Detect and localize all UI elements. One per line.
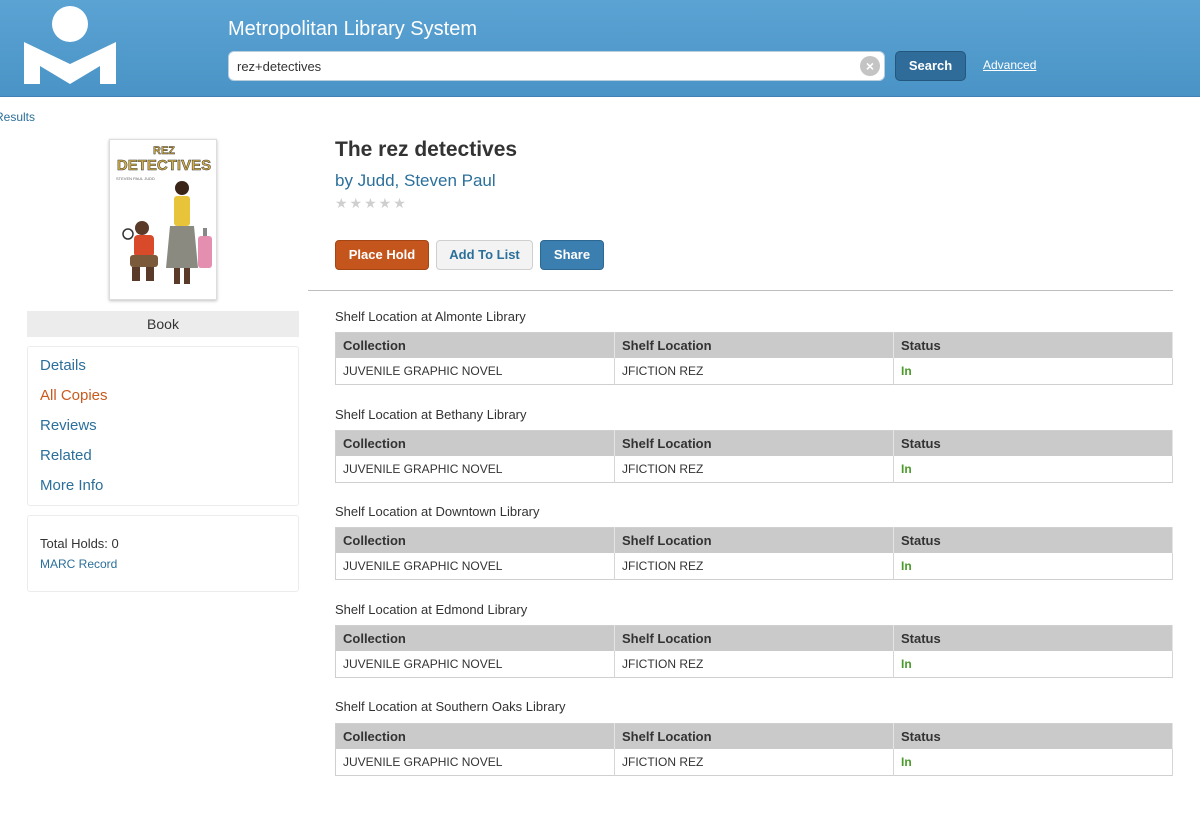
location-heading: Shelf Location at Edmond Library: [335, 602, 528, 617]
nav-related[interactable]: Related: [40, 447, 92, 464]
column-header: Status: [893, 625, 1173, 651]
copies-table: Collection Shelf Location Status JUVENIL…: [335, 332, 1173, 385]
place-hold-button[interactable]: Place Hold: [335, 240, 429, 270]
marc-record-link[interactable]: MARC Record: [40, 557, 117, 571]
collection-cell: JUVENILE GRAPHIC NOVEL: [335, 552, 615, 580]
record-nav: Details All Copies Reviews Related More …: [27, 346, 299, 506]
table-row: JUVENILE GRAPHIC NOVEL JFICTION REZ In: [335, 748, 1173, 776]
nav-reviews[interactable]: Reviews: [40, 417, 97, 434]
search-button[interactable]: Search: [895, 51, 966, 81]
status-cell: In: [893, 357, 1173, 385]
divider: [308, 290, 1173, 291]
search-input[interactable]: [237, 57, 847, 75]
column-header: Status: [893, 723, 1173, 749]
collection-cell: JUVENILE GRAPHIC NOVEL: [335, 357, 615, 385]
column-header: Collection: [335, 625, 615, 651]
column-header: Shelf Location: [614, 625, 894, 651]
table-row: JUVENILE GRAPHIC NOVEL JFICTION REZ In: [335, 357, 1173, 385]
table-header-row: Collection Shelf Location Status: [335, 723, 1173, 749]
column-header: Collection: [335, 332, 615, 358]
advanced-search-link[interactable]: Advanced: [983, 58, 1036, 72]
copies-table: Collection Shelf Location Status JUVENIL…: [335, 430, 1173, 483]
svg-text:STEVEN PAUL JUDD: STEVEN PAUL JUDD: [116, 176, 155, 181]
shelf-location-cell: JFICTION REZ: [614, 650, 894, 678]
author-link[interactable]: by Judd, Steven Paul: [335, 171, 496, 191]
location-heading: Shelf Location at Downtown Library: [335, 504, 540, 519]
table-row: JUVENILE GRAPHIC NOVEL JFICTION REZ In: [335, 552, 1173, 580]
collection-cell: JUVENILE GRAPHIC NOVEL: [335, 650, 615, 678]
nav-details[interactable]: Details: [40, 357, 86, 374]
share-button[interactable]: Share: [540, 240, 604, 270]
shelf-location-cell: JFICTION REZ: [614, 552, 894, 580]
collection-cell: JUVENILE GRAPHIC NOVEL: [335, 748, 615, 776]
column-header: Collection: [335, 430, 615, 456]
status-cell: In: [893, 650, 1173, 678]
search-box: ×: [228, 51, 885, 81]
column-header: Status: [893, 527, 1173, 553]
table-header-row: Collection Shelf Location Status: [335, 625, 1173, 651]
holds-info-box: Total Holds: 0 MARC Record: [27, 515, 299, 592]
nav-more-info[interactable]: More Info: [40, 477, 103, 494]
shelf-location-cell: JFICTION REZ: [614, 357, 894, 385]
table-header-row: Collection Shelf Location Status: [335, 332, 1173, 358]
library-logo[interactable]: [22, 4, 118, 88]
location-heading: Shelf Location at Almonte Library: [335, 309, 526, 324]
column-header: Shelf Location: [614, 332, 894, 358]
table-header-row: Collection Shelf Location Status: [335, 430, 1173, 456]
svg-text:DETECTIVES: DETECTIVES: [117, 157, 211, 174]
shelf-location-cell: JFICTION REZ: [614, 748, 894, 776]
site-header: Metropolitan Library System × Search Adv…: [0, 0, 1200, 97]
rating-stars[interactable]: ★★★★★: [335, 195, 408, 212]
status-cell: In: [893, 748, 1173, 776]
site-title: Metropolitan Library System: [228, 18, 477, 40]
status-cell: In: [893, 455, 1173, 483]
total-holds: Total Holds: 0: [40, 536, 119, 551]
column-header: Status: [893, 332, 1173, 358]
column-header: Shelf Location: [614, 723, 894, 749]
location-heading: Shelf Location at Bethany Library: [335, 407, 527, 422]
format-label: Book: [27, 311, 299, 337]
book-cover-image[interactable]: REZ DETECTIVES STEVEN PAUL JUDD: [109, 139, 217, 300]
table-header-row: Collection Shelf Location Status: [335, 527, 1173, 553]
item-title: The rez detectives: [335, 138, 518, 161]
clear-search-icon[interactable]: ×: [860, 56, 880, 76]
nav-all-copies[interactable]: All Copies: [40, 387, 108, 404]
table-row: JUVENILE GRAPHIC NOVEL JFICTION REZ In: [335, 650, 1173, 678]
column-header: Collection: [335, 527, 615, 553]
back-to-results-link[interactable]: Results: [0, 110, 35, 124]
column-header: Shelf Location: [614, 527, 894, 553]
svg-text:REZ: REZ: [153, 145, 175, 157]
copies-table: Collection Shelf Location Status JUVENIL…: [335, 723, 1173, 776]
column-header: Collection: [335, 723, 615, 749]
shelf-location-cell: JFICTION REZ: [614, 455, 894, 483]
book-cover-art: REZ DETECTIVES STEVEN PAUL JUDD: [110, 140, 216, 299]
copies-table: Collection Shelf Location Status JUVENIL…: [335, 527, 1173, 580]
table-row: JUVENILE GRAPHIC NOVEL JFICTION REZ In: [335, 455, 1173, 483]
location-heading: Shelf Location at Southern Oaks Library: [335, 699, 566, 714]
collection-cell: JUVENILE GRAPHIC NOVEL: [335, 455, 615, 483]
column-header: Status: [893, 430, 1173, 456]
add-to-list-button[interactable]: Add To List: [436, 240, 533, 270]
status-cell: In: [893, 552, 1173, 580]
copies-table: Collection Shelf Location Status JUVENIL…: [335, 625, 1173, 678]
column-header: Shelf Location: [614, 430, 894, 456]
